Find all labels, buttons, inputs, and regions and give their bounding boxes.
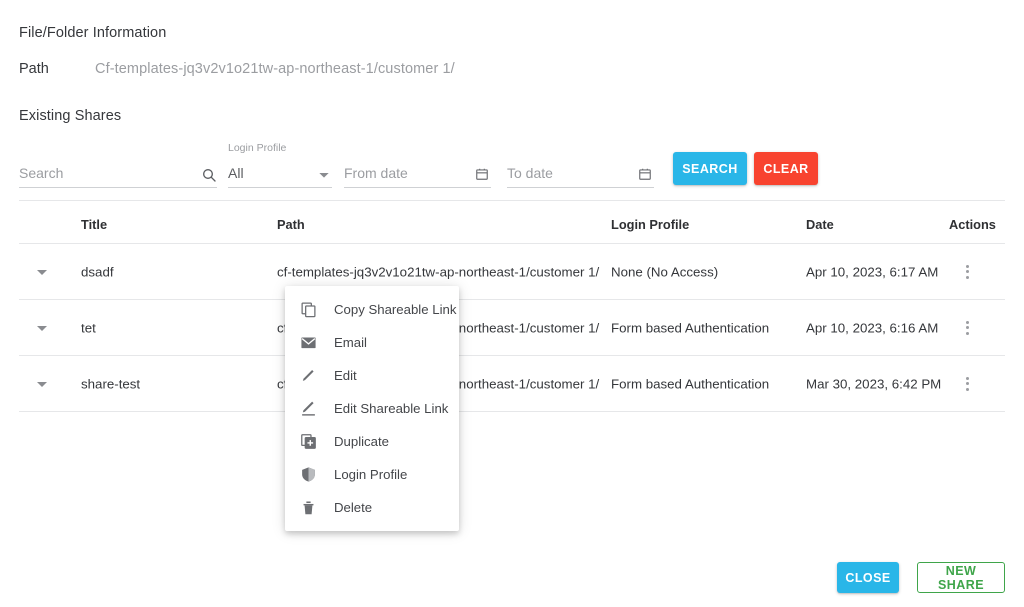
cell-login-profile: None (No Access) bbox=[611, 264, 719, 279]
cell-title: tet bbox=[81, 320, 96, 335]
cell-date: Apr 10, 2023, 6:16 AM bbox=[806, 320, 939, 335]
cell-date: Apr 10, 2023, 6:17 AM bbox=[806, 264, 939, 279]
copy-icon bbox=[298, 300, 318, 320]
menu-item-email[interactable]: Email bbox=[285, 326, 459, 359]
cell-path: cf-templates-jq3v2v1o21tw-ap-northeast-1… bbox=[277, 264, 600, 279]
table-row[interactable]: tet cf-templates-jq3v2v1o21tw-ap-northea… bbox=[19, 300, 1005, 356]
chevron-down-icon[interactable] bbox=[316, 167, 332, 183]
cell-login-profile: Form based Authentication bbox=[611, 376, 770, 391]
file-folder-information-heading: File/Folder Information bbox=[19, 25, 167, 41]
search-icon[interactable] bbox=[201, 167, 217, 183]
login-profile-value: All bbox=[228, 165, 244, 181]
chevron-down-icon bbox=[37, 269, 47, 275]
login-profile-label: Login Profile bbox=[228, 142, 287, 154]
menu-item-edit-shareable-link[interactable]: Edit Shareable Link bbox=[285, 392, 459, 425]
menu-item-delete[interactable]: Delete bbox=[285, 491, 459, 524]
row-actions-button[interactable] bbox=[957, 262, 977, 282]
cell-date: Mar 30, 2023, 6:42 PM bbox=[806, 376, 942, 391]
menu-item-label: Login Profile bbox=[334, 467, 408, 482]
existing-shares-heading: Existing Shares bbox=[19, 108, 122, 124]
expand-row-toggle[interactable] bbox=[37, 374, 57, 394]
row-actions-context-menu: Copy Shareable Link Email Edit Edit Shar… bbox=[285, 286, 459, 531]
search-input[interactable]: Search bbox=[19, 158, 217, 188]
duplicate-icon bbox=[298, 432, 318, 452]
email-icon bbox=[298, 333, 318, 353]
column-header-login-profile: Login Profile bbox=[611, 217, 690, 232]
cell-login-profile: Form based Authentication bbox=[611, 320, 770, 335]
search-button[interactable]: SEARCH bbox=[673, 152, 747, 185]
menu-item-label: Delete bbox=[334, 500, 373, 515]
chevron-down-icon bbox=[37, 325, 47, 331]
filter-bar: Search Login Profile All From date To da… bbox=[0, 140, 1024, 192]
shares-table: Title Path Login Profile Date Actions ds… bbox=[19, 200, 1005, 412]
row-actions-button[interactable] bbox=[957, 374, 977, 394]
trash-icon bbox=[298, 498, 318, 518]
menu-item-copy-shareable-link[interactable]: Copy Shareable Link bbox=[285, 293, 459, 326]
column-header-title: Title bbox=[81, 217, 108, 232]
path-label: Path bbox=[19, 61, 49, 77]
to-date-placeholder: To date bbox=[507, 165, 553, 181]
pencil-underline-icon bbox=[298, 399, 318, 419]
calendar-icon[interactable] bbox=[638, 167, 654, 183]
from-date-input[interactable]: From date bbox=[344, 158, 491, 188]
menu-item-label: Edit bbox=[334, 368, 357, 383]
column-header-date: Date bbox=[806, 217, 834, 232]
expand-row-toggle[interactable] bbox=[37, 262, 57, 282]
menu-item-label: Edit Shareable Link bbox=[334, 401, 449, 416]
expand-row-toggle[interactable] bbox=[37, 318, 57, 338]
menu-item-label: Duplicate bbox=[334, 434, 389, 449]
kebab-menu-icon bbox=[957, 262, 977, 279]
new-share-button[interactable]: NEW SHARE bbox=[917, 562, 1005, 593]
to-date-input[interactable]: To date bbox=[507, 158, 654, 188]
login-profile-select[interactable]: Login Profile All bbox=[228, 142, 332, 188]
table-header-row: Title Path Login Profile Date Actions bbox=[19, 200, 1005, 244]
table-row[interactable]: share-test cf-templates-jq3v2v1o21tw-ap-… bbox=[19, 356, 1005, 412]
column-header-path: Path bbox=[277, 217, 305, 232]
search-placeholder: Search bbox=[19, 165, 64, 181]
path-value: Cf-templates-jq3v2v1o21tw-ap-northeast-1… bbox=[95, 61, 455, 77]
from-date-placeholder: From date bbox=[344, 165, 408, 181]
menu-item-label: Email bbox=[334, 335, 367, 350]
kebab-menu-icon bbox=[957, 374, 977, 391]
menu-item-label: Copy Shareable Link bbox=[334, 302, 457, 317]
table-row[interactable]: dsadf cf-templates-jq3v2v1o21tw-ap-north… bbox=[19, 244, 1005, 300]
menu-item-login-profile[interactable]: Login Profile bbox=[285, 458, 459, 491]
cell-title: share-test bbox=[81, 376, 141, 391]
menu-item-duplicate[interactable]: Duplicate bbox=[285, 425, 459, 458]
shield-icon bbox=[298, 465, 318, 485]
cell-title: dsadf bbox=[81, 264, 114, 279]
menu-item-edit[interactable]: Edit bbox=[285, 359, 459, 392]
row-actions-button[interactable] bbox=[957, 318, 977, 338]
pencil-icon bbox=[298, 366, 318, 386]
chevron-down-icon bbox=[37, 381, 47, 387]
close-button[interactable]: CLOSE bbox=[837, 562, 899, 593]
calendar-icon[interactable] bbox=[475, 167, 491, 183]
clear-button[interactable]: CLEAR bbox=[754, 152, 818, 185]
share-dialog: File/Folder Information Path Cf-template… bbox=[0, 0, 1024, 607]
column-header-actions: Actions bbox=[949, 217, 996, 232]
kebab-menu-icon bbox=[957, 318, 977, 335]
